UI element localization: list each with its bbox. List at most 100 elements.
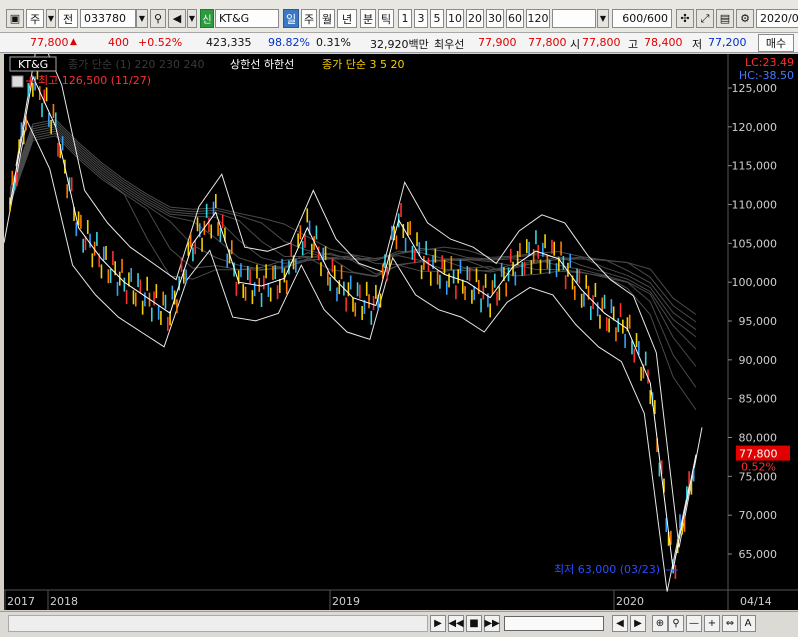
interval-minute-button[interactable]: 분 (360, 9, 376, 28)
y-tick-label: 70,000 (739, 509, 778, 522)
tick-20-button[interactable]: 20 (466, 9, 484, 28)
y-tick-label: 85,000 (739, 393, 778, 406)
y-tick-label: 95,000 (739, 315, 778, 328)
open-label: 시 (570, 38, 581, 51)
interval-tick-button[interactable]: 틱 (378, 9, 394, 28)
stock-name-field[interactable]: KT&G (215, 9, 279, 28)
custom-period-input[interactable] (552, 9, 596, 28)
period-select[interactable]: 주 (26, 9, 44, 28)
y-tick-label: 90,000 (739, 354, 778, 367)
main-toolbar: ▣ 주 ▼ 전 033780 ▼ ⚲ ◀ ▼ 신 KT&G 일 주 월 년 분 … (0, 0, 798, 33)
y-tick-label: 105,000 (732, 237, 778, 250)
high-label: 고 (628, 38, 639, 51)
count-input[interactable]: 600/600 (612, 9, 672, 28)
turnover-rate: 0.31% (316, 36, 351, 49)
scroll-track[interactable] (8, 615, 428, 632)
tick-5-button[interactable]: 5 (430, 9, 444, 28)
speaker-dropdown-icon[interactable]: ▼ (187, 9, 197, 28)
chart-canvas: 125,000 120,000 115,000 110,000 105,000 100,0… (4, 54, 798, 610)
y-tick-label: 120,000 (732, 121, 778, 134)
high-price: 78,400 (644, 36, 683, 49)
stop-icon[interactable]: ■ (466, 615, 482, 632)
y-tick-label: 100,000 (732, 276, 778, 289)
up-arrow-icon: ▲ (70, 37, 77, 47)
legend-ma: 종가 단순 3 5 20 (322, 58, 404, 71)
zoom-in-icon[interactable]: ⚲ (668, 615, 684, 632)
custom-period-dropdown-icon[interactable]: ▼ (597, 9, 609, 28)
y-tick-label: 65,000 (739, 548, 778, 561)
best-ask-1: 77,900 (478, 36, 517, 49)
code-dropdown-icon[interactable]: ▼ (136, 9, 148, 28)
zoom-plus-button[interactable]: + (704, 615, 720, 632)
cross-tool-icon[interactable]: ✣ (676, 9, 694, 28)
tick-30-button[interactable]: 30 (486, 9, 504, 28)
best-ask-label: 최우선 (434, 38, 465, 51)
scroll-left-icon[interactable]: ◀ (612, 615, 628, 632)
legend-envelope: 상한선 하한선 (230, 57, 294, 71)
interval-day-button[interactable]: 일 (283, 9, 299, 28)
current-pct-label: 0.52% (741, 461, 776, 474)
upper-band-line (15, 54, 703, 548)
change-percent: +0.52% (138, 36, 183, 49)
text-tool-icon[interactable]: A (740, 615, 756, 632)
volume-ratio: 98.82% (268, 36, 310, 49)
y-tick-label: 125,000 (732, 82, 778, 95)
y-tick-label: 80,000 (739, 432, 778, 445)
zoom-out-button[interactable]: — (686, 615, 702, 632)
tick-60-button[interactable]: 60 (506, 9, 524, 28)
buy-button[interactable]: 매수 (758, 34, 794, 52)
y-tick-label: 115,000 (732, 160, 778, 173)
stock-badge: 신 (200, 9, 214, 28)
fit-all-icon[interactable]: ⇔ (722, 615, 738, 632)
hc-label: HC:-38.50 (739, 69, 794, 82)
stock-code-input[interactable]: 033780 (80, 9, 136, 28)
interval-week-button[interactable]: 주 (301, 9, 317, 28)
max-annotation: 최고 126,500 (11/27) (38, 74, 151, 87)
zoom-reset-icon[interactable]: ⊕ (652, 615, 668, 632)
chevron-down-icon[interactable]: ▼ (46, 9, 56, 28)
long-ma-line (9, 130, 697, 367)
legend-hidden: 종가 단순 (1) 220 230 240 (68, 58, 205, 71)
scroll-right-icon[interactable]: ▶ (430, 615, 446, 632)
current-price: 77,800 (30, 36, 69, 49)
open-price: 77,800 (582, 36, 621, 49)
gear-icon[interactable]: ⚙ (736, 9, 754, 28)
line-tool-icon[interactable]: ⤢ (696, 9, 714, 28)
close-line (9, 74, 697, 570)
fast-forward-icon[interactable]: ▶▶ (484, 615, 500, 632)
date-input[interactable]: 2020/04 (756, 9, 798, 28)
search-icon[interactable]: ⚲ (150, 9, 166, 28)
long-ma-line (9, 119, 697, 315)
long-ma-line (9, 121, 697, 323)
x-tick-label: 2019 (332, 595, 360, 608)
scroll-end-icon[interactable]: ▶ (630, 615, 646, 632)
prev-button[interactable]: 전 (58, 9, 78, 28)
low-price: 77,200 (708, 36, 747, 49)
tick-120-button[interactable]: 120 (526, 9, 550, 28)
screen-icon[interactable]: ▣ (6, 9, 24, 28)
scroll-thumb[interactable] (504, 616, 604, 631)
low-label: 저 (692, 38, 703, 51)
volume: 423,335 (206, 36, 252, 49)
min-annotation: 최저 63,000 (03/23) (554, 563, 660, 576)
chart-title: KT&G (18, 58, 48, 71)
date-right-label: 04/14 (740, 595, 772, 608)
tick-10-button[interactable]: 10 (446, 9, 464, 28)
rewind-icon[interactable]: ◀◀ (448, 615, 464, 632)
lower-band-line (4, 118, 691, 592)
tick-3-button[interactable]: 3 (414, 9, 428, 28)
x-tick-label: 2020 (616, 595, 644, 608)
grid-icon (11, 75, 24, 88)
interval-month-button[interactable]: 월 (319, 9, 335, 28)
lc-label: LC:23.49 (745, 56, 794, 69)
chart-scrollbar: ▶ ◀◀ ■ ▶▶ ◀ ▶ ⊕ ⚲ — + ⇔ A (0, 611, 798, 637)
long-ma-line (9, 128, 697, 350)
save-icon[interactable]: ▤ (716, 9, 734, 28)
tick-1-button[interactable]: 1 (398, 9, 412, 28)
trade-amount: 32,920백만 (370, 38, 429, 51)
current-price-label: 77,800 (739, 448, 778, 461)
best-ask-2: 77,800 (528, 36, 567, 49)
interval-year-button[interactable]: 년 (337, 9, 357, 28)
price-chart[interactable]: 125,000 120,000 115,000 110,000 105,000 100,0… (4, 54, 798, 610)
speaker-icon[interactable]: ◀ (168, 9, 186, 28)
